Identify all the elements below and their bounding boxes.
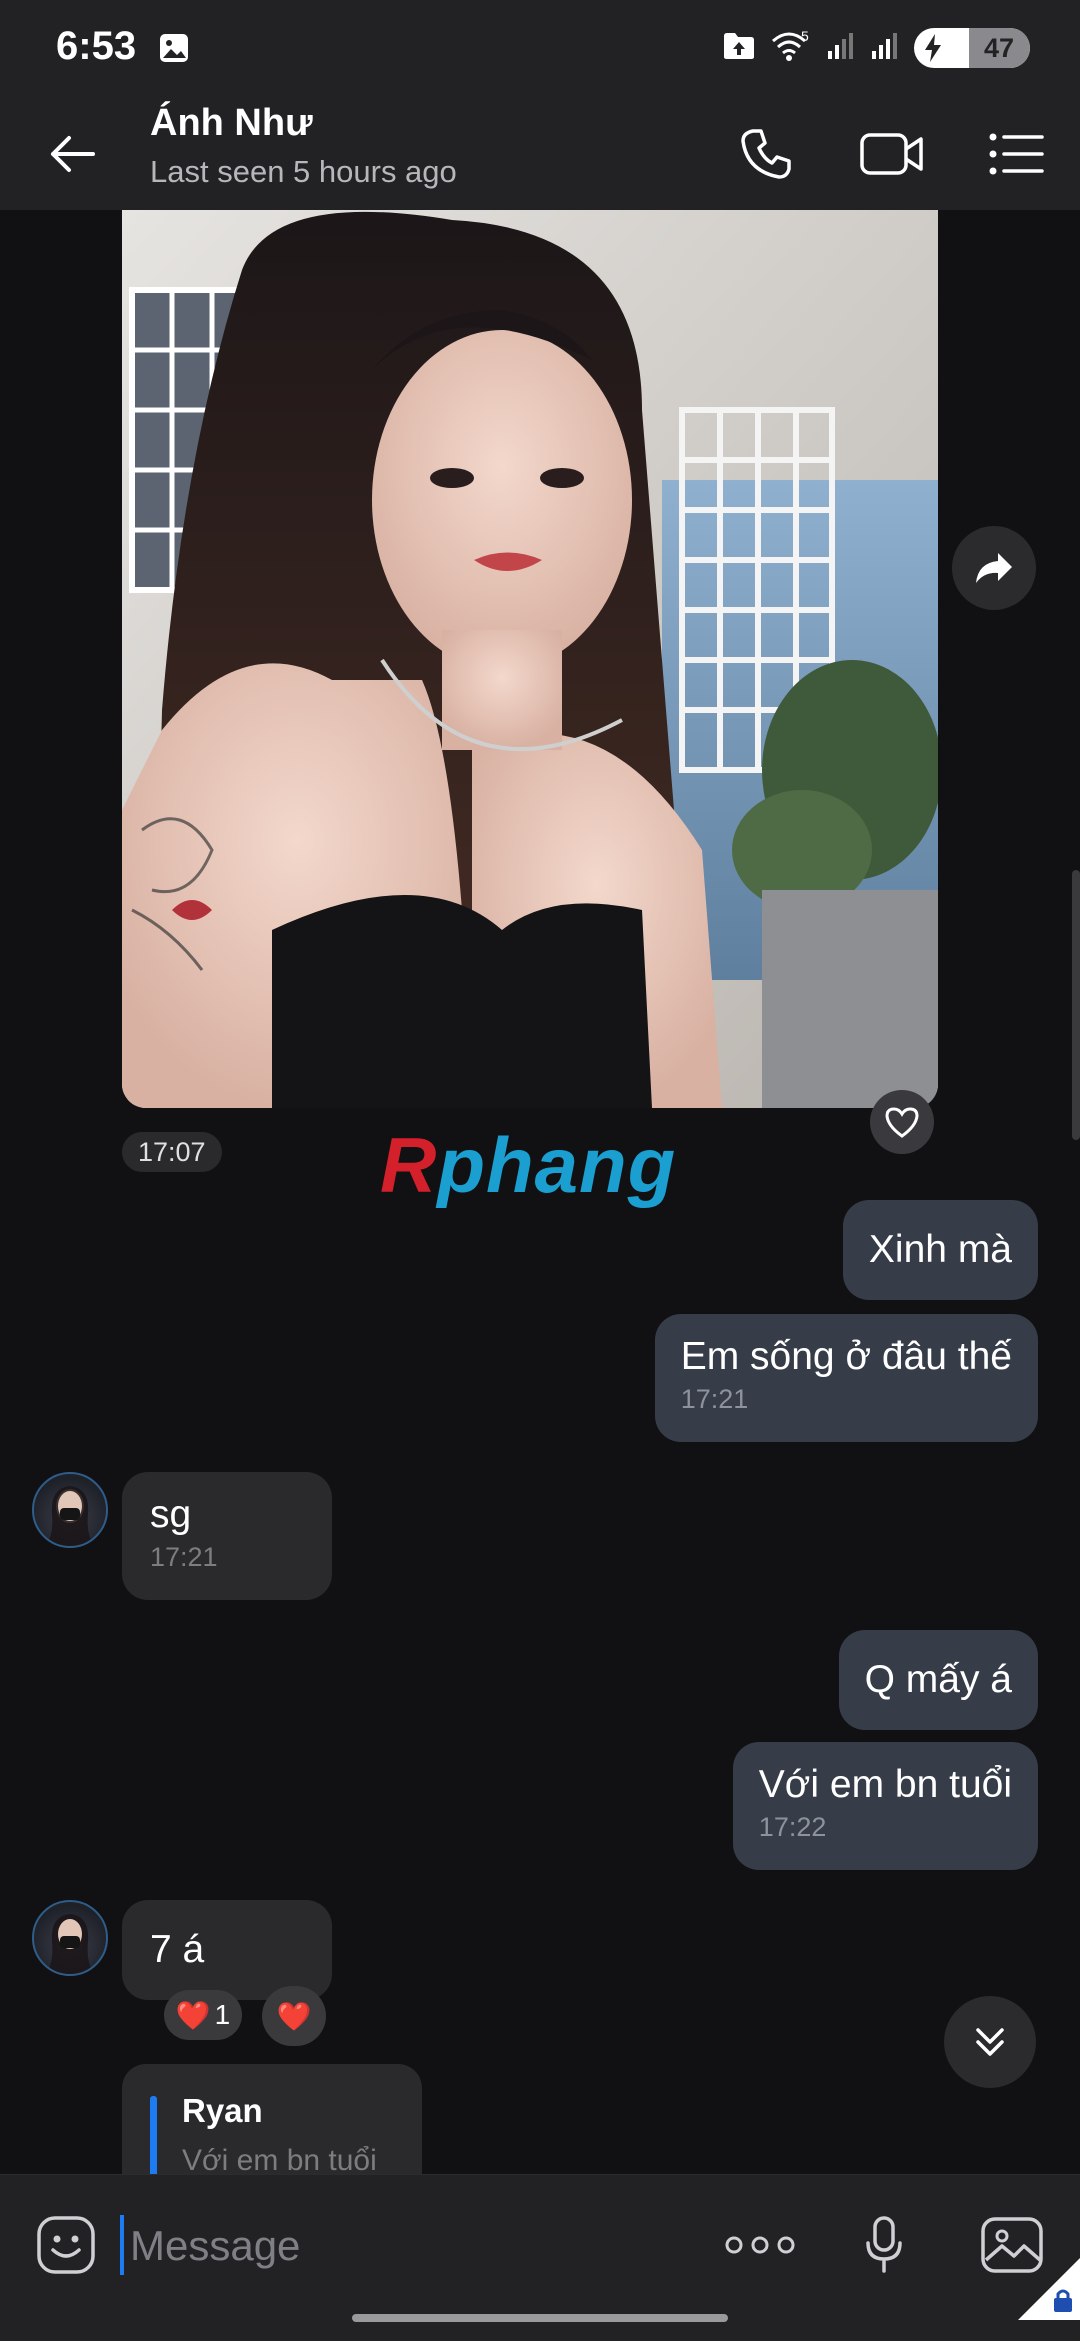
more-dots-icon [725,2236,795,2254]
back-button[interactable] [36,118,108,190]
message-incoming[interactable]: 7 á [122,1900,332,2000]
video-camera-icon [860,133,923,175]
last-seen-status: Last seen 5 hours ago [150,154,457,189]
corner-lock-badge [1018,2258,1080,2320]
status-bar: 6:53 5 47 [0,0,1080,96]
forward-arrow-icon [976,553,1012,583]
message-time: 17:21 [150,1542,218,1572]
video-call-button[interactable] [854,116,930,192]
sticker-button[interactable] [26,2205,106,2285]
message-text: Q mấy á [864,1658,1012,1701]
list-menu-icon [989,133,1044,175]
forward-button[interactable] [952,526,1036,610]
message-outgoing[interactable]: Với em bn tuổi 17:22 [732,1742,1038,1870]
photo-timestamp: 17:07 [122,1132,222,1172]
signal-icon-1 [826,31,856,66]
message-list[interactable]: 17:07 Rphang Xinh mà Em sống ở đâu thế 1… [0,210,1080,2174]
home-indicator[interactable] [352,2314,728,2322]
heart-emoji: ❤️ [175,1999,211,2031]
watermark-logo: Rphang [380,1121,677,1209]
battery-percent: 47 [983,33,1014,63]
message-incoming[interactable]: sg 17:21 [122,1472,332,1600]
message-input[interactable] [120,2213,692,2279]
photo-illustration [122,210,938,1108]
message-time: 17:22 [758,1812,827,1842]
heart-emoji: ❤️ [276,2000,312,2032]
scroll-to-bottom-button[interactable] [944,1996,1036,2088]
wifi-badge: 5 [801,29,809,44]
reply-author: Ryan [182,2092,263,2129]
heart-outline-icon [885,1107,919,1138]
message-time: 17:21 [680,1384,749,1414]
gallery-notification-icon [158,32,190,69]
reply-quote-bar [150,2096,157,2174]
reaction-count: 1 [214,1999,231,2030]
status-time: 6:53 [56,24,137,68]
reply-quote-text: Với em bn tuổi [182,2144,377,2174]
microphone-icon [866,2216,902,2273]
double-chevron-down-icon [976,2028,1004,2056]
sticker-smiley-icon [37,2216,95,2274]
message-text: Em sống ở đâu thế [680,1335,1012,1378]
voice-message-button[interactable] [844,2205,924,2285]
scrollbar-thumb[interactable] [1072,870,1080,1140]
arrow-left-icon [51,136,95,172]
voice-call-button[interactable] [728,116,804,192]
reply-message[interactable]: Ryan Với em bn tuổi [122,2064,422,2174]
signal-icon-2 [870,31,900,66]
photo-like-button[interactable] [870,1090,934,1154]
more-options-button[interactable] [710,2205,810,2285]
message-outgoing[interactable]: Q mấy á [838,1630,1038,1730]
wifi-icon: 5 [770,28,812,68]
message-text: Xinh mà [868,1228,1012,1271]
photo-message[interactable] [122,210,938,1108]
battery-indicator: 47 [914,28,1030,68]
upload-folder-icon [722,31,756,66]
message-text: Với em bn tuổi [758,1763,1012,1806]
add-reaction-button[interactable]: ❤️ [262,1986,326,2046]
contact-name[interactable]: Ánh Như [150,102,313,145]
contact-avatar[interactable] [32,1900,108,1976]
phone-icon [741,129,791,179]
status-icons: 5 47 [722,28,1030,68]
message-outgoing[interactable]: Xinh mà [842,1200,1038,1300]
message-outgoing[interactable]: Em sống ở đâu thế 17:21 [654,1314,1038,1442]
chat-header: Ánh Như Last seen 5 hours ago [0,96,1080,210]
message-text: 7 á [150,1928,205,1971]
reaction-count-pill[interactable]: ❤️ 1 [164,1990,242,2040]
contact-avatar[interactable] [32,1472,108,1548]
chat-options-button[interactable] [978,116,1054,192]
message-text: sg [150,1493,192,1536]
charging-bolt-icon [924,34,942,67]
